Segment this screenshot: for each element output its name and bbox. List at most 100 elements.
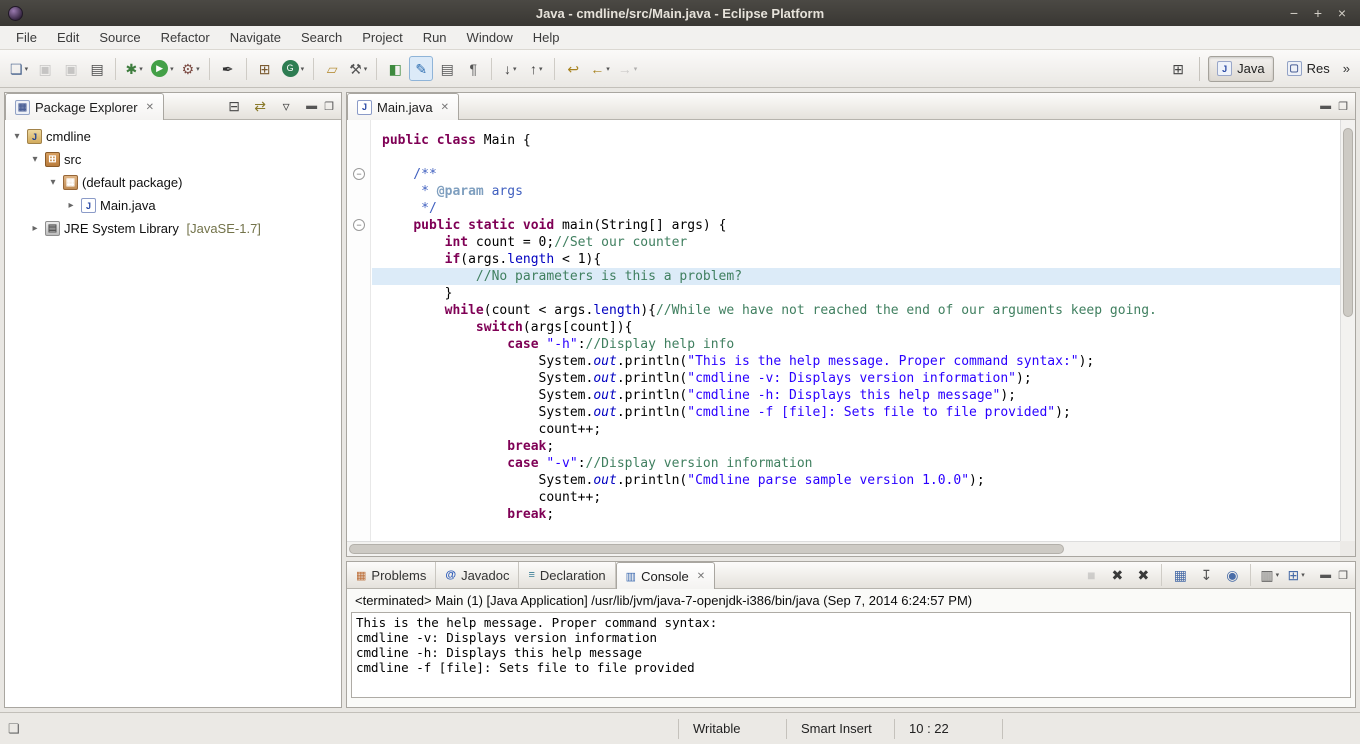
close-console-tab-icon[interactable]: ✕: [697, 571, 705, 582]
menu-window[interactable]: Window: [457, 27, 523, 48]
new-java-project-button[interactable]: ⊞: [253, 56, 277, 81]
next-annotation-button[interactable]: ↓▾: [498, 56, 522, 81]
vertical-scrollbar-thumb[interactable]: [1343, 128, 1353, 317]
tab-javadoc[interactable]: @Javadoc: [436, 562, 519, 588]
code-line[interactable]: case "-h"://Display help info: [382, 336, 1340, 353]
code-line[interactable]: if(args.length < 1){: [382, 251, 1340, 268]
build-tools-button[interactable]: ⚒▾: [346, 56, 370, 81]
open-perspective-button[interactable]: ⊞: [1166, 56, 1190, 81]
menu-navigate[interactable]: Navigate: [220, 27, 291, 48]
fold-collapse-icon[interactable]: −: [353, 219, 365, 231]
collapse-arrow-icon[interactable]: ▾: [47, 177, 59, 188]
external-tools-dropdown-icon[interactable]: ▾: [196, 65, 200, 73]
tab-problems[interactable]: ▦Problems: [347, 562, 436, 588]
pin-console-button[interactable]: ◉: [1220, 563, 1244, 588]
menu-project[interactable]: Project: [352, 27, 412, 48]
code-line[interactable]: count++;: [382, 489, 1340, 506]
remove-all-launches-button[interactable]: ✖: [1131, 563, 1155, 588]
show-whitespace-button[interactable]: ¶: [461, 56, 485, 81]
tab-console[interactable]: ▥Console✕: [616, 562, 716, 589]
menu-search[interactable]: Search: [291, 27, 352, 48]
code-line[interactable]: break;: [382, 438, 1340, 455]
code-line[interactable]: System.out.println("cmdline -v: Displays…: [382, 370, 1340, 387]
code-line[interactable]: public static void main(String[] args) {: [382, 217, 1340, 234]
expand-arrow-icon[interactable]: ▸: [65, 200, 77, 211]
menu-source[interactable]: Source: [89, 27, 150, 48]
code-line[interactable]: case "-v"://Display version information: [382, 455, 1340, 472]
minimize-editor-button[interactable]: ▬: [1320, 100, 1331, 112]
menu-help[interactable]: Help: [523, 27, 570, 48]
code-line[interactable]: while(count < args.length){//While we ha…: [382, 302, 1340, 319]
maximize-editor-button[interactable]: ❐: [1338, 100, 1348, 113]
code-line[interactable]: * @param args: [382, 183, 1340, 200]
code-line[interactable]: break;: [382, 506, 1340, 523]
view-menu-button[interactable]: ▿: [274, 94, 298, 119]
back-dropdown-icon[interactable]: ▾: [606, 65, 610, 73]
perspective-resource-button[interactable]: ▢ Res: [1278, 56, 1339, 82]
maximize-console-button[interactable]: ❐: [1338, 569, 1348, 582]
previous-annotation-button[interactable]: ↑▾: [524, 56, 548, 81]
menu-file[interactable]: File: [6, 27, 47, 48]
fold-collapse-icon[interactable]: −: [353, 168, 365, 180]
code-line[interactable]: /**: [382, 166, 1340, 183]
display-selected-console-dropdown-icon[interactable]: ▾: [1276, 571, 1280, 579]
code-line[interactable]: */: [382, 200, 1340, 217]
run-button[interactable]: ▶▾: [148, 56, 177, 81]
editor-tab-main-java[interactable]: J Main.java ✕: [347, 93, 459, 120]
tree-item-cmdline[interactable]: ▾Jcmdline: [5, 125, 341, 148]
minimize-view-button[interactable]: ▬: [306, 100, 317, 112]
console-output[interactable]: This is the help message. Proper command…: [351, 612, 1351, 698]
debug-button[interactable]: ✱▾: [122, 56, 146, 81]
maximize-view-button[interactable]: ❐: [324, 100, 334, 113]
close-view-icon[interactable]: ✕: [146, 102, 154, 113]
perspective-overflow-chevron[interactable]: »: [1343, 61, 1354, 76]
toggle-highlight-button[interactable]: ✎: [409, 56, 433, 81]
terminate-button[interactable]: ■: [1079, 563, 1103, 588]
scroll-lock-button[interactable]: ↧: [1194, 563, 1218, 588]
code-line[interactable]: count++;: [382, 421, 1340, 438]
open-task-button[interactable]: ▱: [320, 56, 344, 81]
code-line[interactable]: public class Main {: [382, 132, 1340, 149]
close-editor-tab-icon[interactable]: ✕: [441, 102, 449, 113]
collapse-arrow-icon[interactable]: ▾: [11, 131, 23, 142]
code-line[interactable]: [382, 149, 1340, 166]
tree-item-main-java[interactable]: ▸JMain.java: [5, 194, 341, 217]
close-window-button[interactable]: ×: [1330, 1, 1354, 25]
back-button[interactable]: ←▾: [587, 56, 613, 81]
minimize-console-button[interactable]: ▬: [1320, 569, 1331, 581]
open-console-button[interactable]: ⊞▾: [1284, 563, 1308, 588]
show-selected-element-button[interactable]: ▤: [435, 56, 459, 81]
new-java-class-button[interactable]: G▾: [279, 56, 308, 81]
save-button[interactable]: ▣: [33, 56, 57, 81]
code-line[interactable]: switch(args[count]){: [382, 319, 1340, 336]
open-console-dropdown-icon[interactable]: ▾: [1301, 571, 1305, 579]
forward-button[interactable]: →▾: [615, 56, 641, 81]
external-tools-button[interactable]: ⚙▾: [179, 56, 203, 81]
tree-item-jre-system-library[interactable]: ▸▤JRE System Library [JavaSE-1.7]: [5, 217, 341, 240]
debug-dropdown-icon[interactable]: ▾: [139, 65, 143, 73]
new-java-class-dropdown-icon[interactable]: ▾: [301, 65, 305, 73]
next-annotation-dropdown-icon[interactable]: ▾: [513, 65, 517, 73]
new-wizard-dropdown-icon[interactable]: ▾: [25, 65, 29, 73]
new-wizard-button[interactable]: ❏▾: [7, 56, 31, 81]
code-line[interactable]: //No parameters is this a problem?: [372, 268, 1340, 285]
code-area[interactable]: public class Main { /** * @param args */…: [372, 120, 1340, 541]
run-dropdown-icon[interactable]: ▾: [170, 65, 174, 73]
menu-run[interactable]: Run: [413, 27, 457, 48]
display-selected-console-button[interactable]: ▥▾: [1257, 563, 1282, 588]
tab-declaration[interactable]: ≡Declaration: [519, 562, 615, 588]
code-line[interactable]: int count = 0;//Set our counter: [382, 234, 1340, 251]
menu-refactor[interactable]: Refactor: [151, 27, 220, 48]
code-line[interactable]: }: [382, 285, 1340, 302]
clear-console-button[interactable]: ▦: [1168, 563, 1192, 588]
package-explorer-tab[interactable]: ▦ Package Explorer ✕: [5, 93, 164, 120]
previous-annotation-dropdown-icon[interactable]: ▾: [539, 65, 543, 73]
forward-dropdown-icon[interactable]: ▾: [634, 65, 638, 73]
status-trim-icon[interactable]: ❏: [8, 721, 30, 737]
code-line[interactable]: System.out.println("This is the help mes…: [382, 353, 1340, 370]
tree-item-src[interactable]: ▾⊞src: [5, 148, 341, 171]
horizontal-scrollbar-thumb[interactable]: [349, 544, 1064, 554]
maximize-window-button[interactable]: +: [1306, 1, 1330, 25]
code-line[interactable]: System.out.println("cmdline -h: Displays…: [382, 387, 1340, 404]
edit-tool-button[interactable]: ✒: [216, 56, 240, 81]
